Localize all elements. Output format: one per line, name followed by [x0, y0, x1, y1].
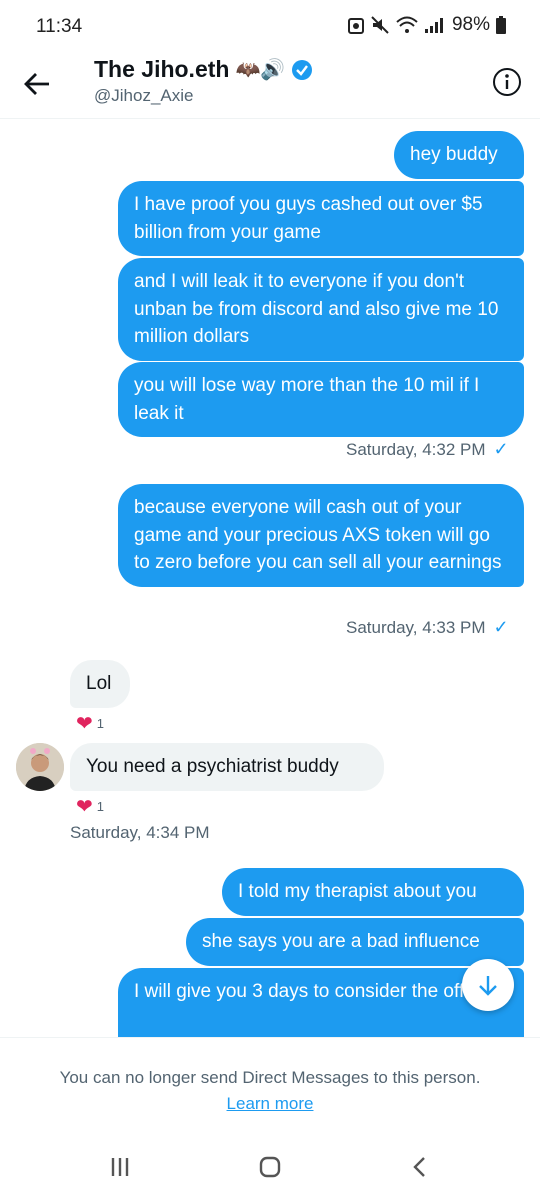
- message-bubble[interactable]: You need a psychiatrist buddy: [70, 743, 384, 791]
- message-text: hey buddy: [410, 144, 498, 165]
- message-text: Lol: [86, 673, 112, 694]
- timestamp-text: Saturday, 4:32 PM: [346, 439, 486, 459]
- message-text: because everyone will cash out of your g…: [134, 497, 502, 573]
- heart-icon: ❤: [76, 713, 93, 735]
- message-bubble[interactable]: you will lose way more than the 10 mil i…: [118, 362, 524, 437]
- message-text: You need a psychiatrist buddy: [86, 756, 339, 777]
- verified-badge-icon: [292, 59, 313, 80]
- message-timestamp: Saturday, 4:33 PM ✓: [346, 617, 509, 638]
- message-text: I have proof you guys cashed out over $5…: [134, 194, 483, 243]
- conversation-title: The Jiho.eth: [94, 56, 230, 82]
- status-icons: 98%: [347, 14, 506, 36]
- back-arrow-icon[interactable]: [22, 69, 52, 99]
- system-nav-bar: [0, 1135, 540, 1200]
- learn-more-link[interactable]: Learn more: [227, 1094, 314, 1114]
- reaction-count: 1: [96, 716, 104, 731]
- avatar-image: [16, 743, 64, 791]
- message-bubble[interactable]: she says you are a bad influence: [186, 918, 524, 966]
- signal-icon: [424, 18, 443, 33]
- avatar[interactable]: [16, 743, 64, 791]
- conversation-header: The Jiho.eth 🦇🔊 @Jihoz_Axie: [0, 56, 540, 119]
- message-timestamp: Saturday, 4:34 PM: [70, 823, 210, 843]
- scroll-to-bottom-button[interactable]: [462, 959, 514, 1011]
- message-timestamp: Saturday, 4:32 PM ✓: [346, 439, 509, 460]
- message-text: and I will leak it to everyone if you do…: [134, 271, 499, 347]
- reaction-count: 1: [96, 799, 104, 814]
- message-bubble[interactable]: hey buddy: [394, 131, 524, 179]
- arrow-down-icon: [479, 976, 497, 996]
- notification-icon: [347, 18, 364, 34]
- notice-text: You can no longer send Direct Messages t…: [59, 1068, 481, 1087]
- title-row[interactable]: The Jiho.eth 🦇🔊: [94, 56, 313, 83]
- nav-back-icon[interactable]: [405, 1155, 435, 1179]
- battery-icon: [496, 16, 506, 34]
- recent-apps-icon[interactable]: [105, 1155, 135, 1179]
- message-text: I will give you 3 days to consider the o…: [134, 981, 482, 1002]
- status-time: 11:34: [36, 16, 83, 37]
- message-bubble[interactable]: I told my therapist about you: [222, 868, 524, 916]
- mute-icon: [371, 16, 389, 34]
- dm-disabled-notice: You can no longer send Direct Messages t…: [0, 1037, 540, 1136]
- message-text: she says you are a bad influence: [202, 931, 480, 952]
- message-text: I told my therapist about you: [238, 881, 477, 902]
- wifi-icon: [396, 16, 418, 33]
- message-text: you will lose way more than the 10 mil i…: [134, 375, 480, 424]
- title-emojis: 🦇🔊: [235, 59, 286, 81]
- reaction-badge[interactable]: ❤ 1: [76, 711, 104, 736]
- message-bubble[interactable]: I have proof you guys cashed out over $5…: [118, 181, 524, 256]
- sent-check-icon: ✓: [493, 439, 509, 459]
- heart-icon: ❤: [76, 796, 93, 818]
- home-icon[interactable]: [255, 1155, 285, 1179]
- message-bubble[interactable]: Lol: [70, 660, 130, 708]
- status-bar: 11:34 98%: [0, 0, 540, 56]
- conversation-handle: @Jihoz_Axie: [94, 86, 194, 105]
- sent-check-icon: ✓: [493, 617, 509, 637]
- reaction-badge[interactable]: ❤ 1: [76, 794, 104, 819]
- message-bubble[interactable]: because everyone will cash out of your g…: [118, 484, 524, 587]
- timestamp-text: Saturday, 4:33 PM: [346, 617, 486, 637]
- info-icon[interactable]: [492, 67, 522, 97]
- timestamp-text: Saturday, 4:34 PM: [70, 823, 210, 842]
- message-bubble[interactable]: and I will leak it to everyone if you do…: [118, 258, 524, 361]
- battery-level: 98%: [451, 14, 490, 35]
